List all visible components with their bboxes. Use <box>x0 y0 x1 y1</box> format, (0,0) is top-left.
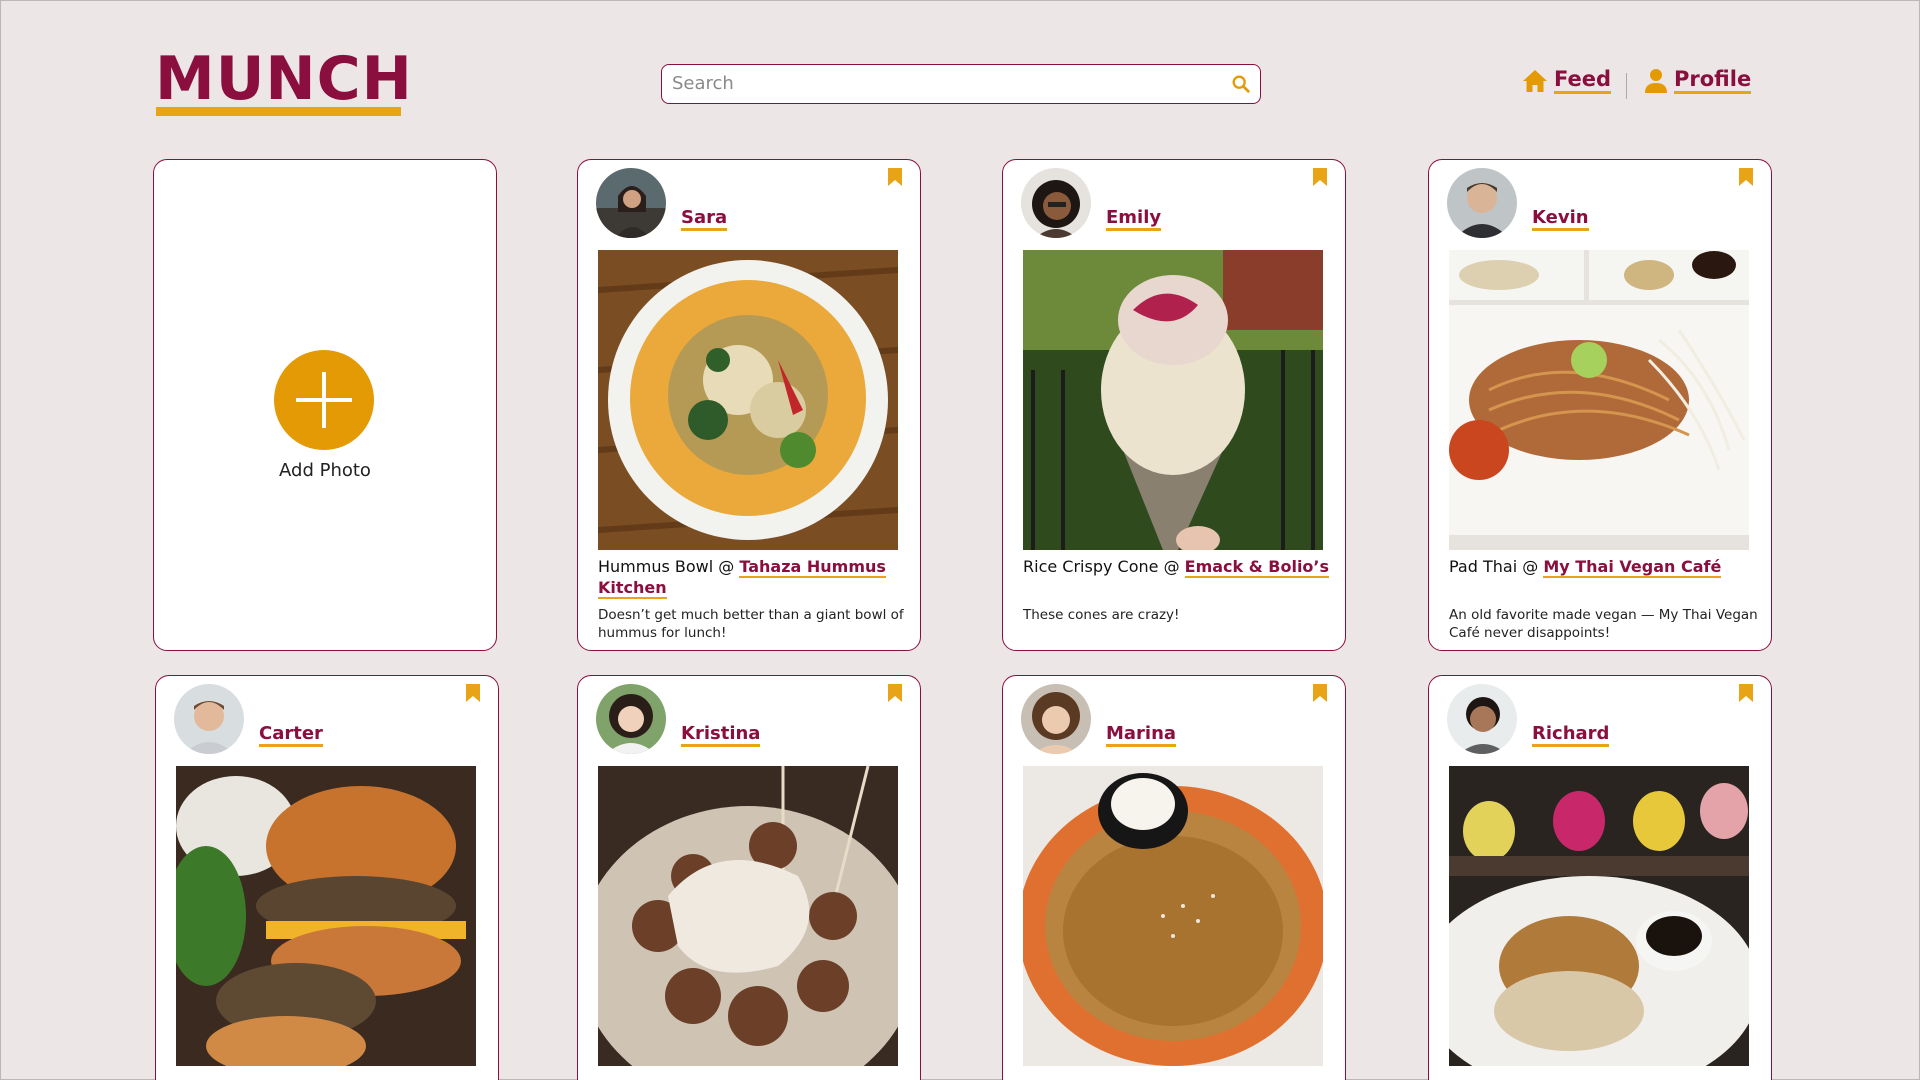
food-photo[interactable] <box>1449 250 1749 550</box>
bookmark-icon[interactable] <box>888 684 902 702</box>
dish-name: Hummus Bowl @ <box>598 557 740 576</box>
add-photo-button[interactable] <box>274 350 374 450</box>
bookmark-icon[interactable] <box>1739 168 1753 186</box>
post-card[interactable]: Richard <box>1428 675 1772 1080</box>
bookmark-icon[interactable] <box>1313 168 1327 186</box>
search-input[interactable] <box>662 65 1202 101</box>
search-bar <box>661 64 1261 104</box>
food-photo[interactable] <box>1023 250 1323 550</box>
food-photo[interactable] <box>598 766 898 1066</box>
add-photo-label: Add Photo <box>279 460 371 481</box>
avatar[interactable] <box>1447 684 1517 754</box>
add-photo-card[interactable]: Add Photo <box>153 159 497 651</box>
profile-link[interactable]: Profile <box>1644 67 1752 94</box>
food-photo[interactable] <box>1449 766 1749 1066</box>
post-description: Doesn’t get much better than a giant bow… <box>598 607 904 641</box>
avatar[interactable] <box>596 168 666 238</box>
food-photo[interactable] <box>176 766 476 1066</box>
app-logo[interactable]: MUNCH <box>155 45 413 113</box>
restaurant-link[interactable]: Emack & Bolio’s <box>1184 557 1330 578</box>
username-link[interactable]: Kristina <box>681 724 761 747</box>
bookmark-icon[interactable] <box>1739 684 1753 702</box>
username-link[interactable]: Carter <box>259 724 323 747</box>
post-description: An old favorite made vegan — My Thai Veg… <box>1449 607 1758 641</box>
home-icon <box>1523 69 1547 92</box>
dish-name: Rice Crispy Cone @ <box>1023 557 1185 576</box>
username-link[interactable]: Richard <box>1532 724 1610 747</box>
username-link[interactable]: Marina <box>1106 724 1177 747</box>
logo-underline <box>156 107 401 116</box>
avatar[interactable] <box>1447 168 1517 238</box>
post-card[interactable]: Emily Rice Crispy Cone @ Emack & Bolio’s… <box>1002 159 1346 651</box>
restaurant-link[interactable]: My Thai Vegan Café <box>1543 557 1722 578</box>
food-photo[interactable] <box>1023 766 1323 1066</box>
post-card[interactable]: Kristina <box>577 675 921 1080</box>
nav-divider <box>1626 73 1627 99</box>
bookmark-icon[interactable] <box>1313 684 1327 702</box>
post-card[interactable]: Kevin Pad Thai @ My Thai Vegan Café An o… <box>1428 159 1772 651</box>
username-link[interactable]: Sara <box>681 208 728 231</box>
username-link[interactable]: Emily <box>1106 208 1162 231</box>
bookmark-icon[interactable] <box>888 168 902 186</box>
avatar[interactable] <box>1021 684 1091 754</box>
feed-link[interactable]: Feed <box>1522 67 1612 94</box>
username-link[interactable]: Kevin <box>1532 208 1589 231</box>
post-description: These cones are crazy! <box>1023 607 1180 623</box>
avatar[interactable] <box>174 684 244 754</box>
avatar[interactable] <box>596 684 666 754</box>
bookmark-icon[interactable] <box>466 684 480 702</box>
dish-name: Pad Thai @ <box>1449 557 1544 576</box>
nav-profile: Profile <box>1644 67 1752 94</box>
profile-label: Profile <box>1674 67 1752 94</box>
post-card[interactable]: Carter <box>155 675 499 1080</box>
user-icon <box>1645 68 1667 93</box>
food-photo[interactable] <box>598 250 898 550</box>
post-caption: Hummus Bowl @ Tahaza Hummus Kitchen <box>598 556 908 599</box>
post-card[interactable]: Sara Hummus Bowl @ Tahaza Hummus Kitchen… <box>577 159 921 651</box>
feed-label: Feed <box>1554 67 1612 94</box>
avatar[interactable] <box>1021 168 1091 238</box>
post-caption: Rice Crispy Cone @ Emack & Bolio’s <box>1023 556 1333 578</box>
search-icon[interactable] <box>1230 73 1252 95</box>
post-card[interactable]: Marina <box>1002 675 1346 1080</box>
nav-feed: Feed <box>1522 67 1612 94</box>
post-caption: Pad Thai @ My Thai Vegan Café <box>1449 556 1759 578</box>
